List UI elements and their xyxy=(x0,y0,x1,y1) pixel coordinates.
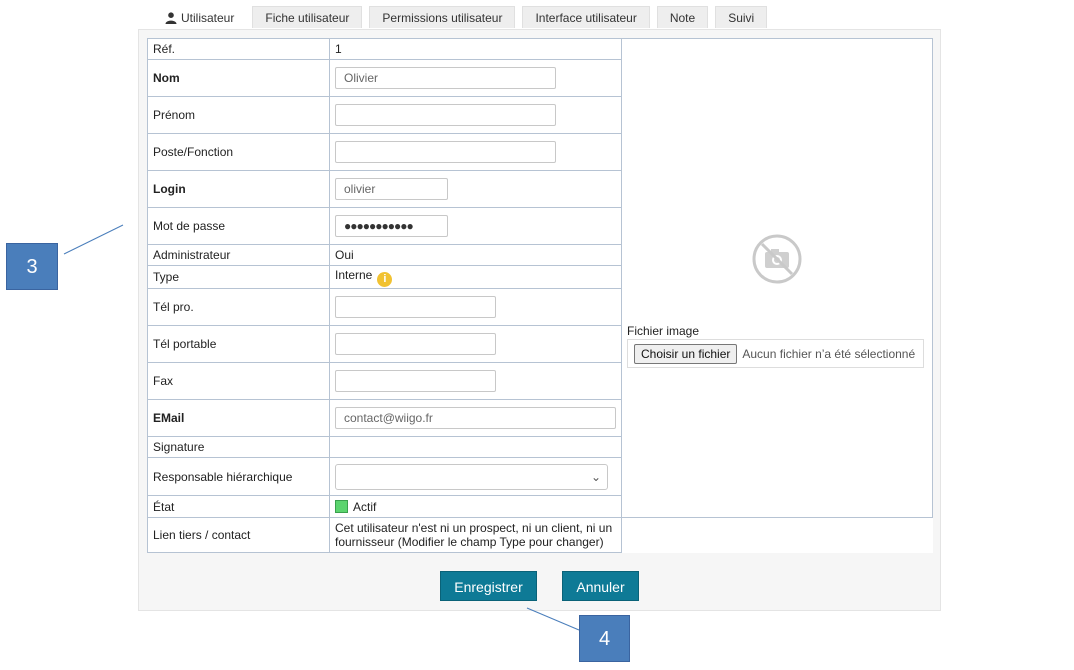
callout-3: 3 xyxy=(6,243,58,290)
callout-4: 4 xyxy=(579,615,630,662)
callout-lines xyxy=(63,224,580,631)
